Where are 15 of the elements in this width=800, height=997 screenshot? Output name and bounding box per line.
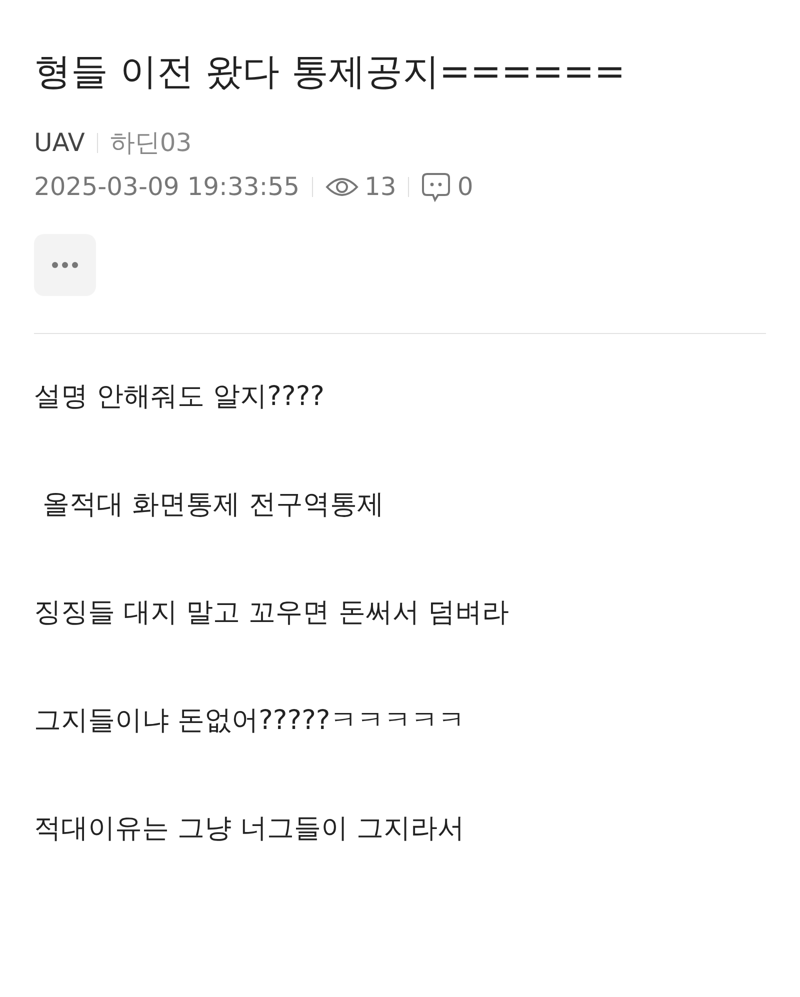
- post-date: 2025-03-09 19:33:55: [34, 171, 300, 203]
- post-paragraph: 그지들이냐 돈없어?????ㅋㅋㅋㅋㅋ: [34, 704, 466, 738]
- more-button[interactable]: [34, 234, 96, 296]
- post-title: 형들 이전 왔다 통제공지======: [34, 49, 626, 95]
- author-name[interactable]: UAV: [34, 126, 85, 160]
- post-paragraph: 설명 안해줘도 알지????: [34, 380, 326, 414]
- comment-icon: [421, 172, 452, 202]
- eye-icon: [324, 175, 359, 199]
- post-paragraph: 적대이유는 그냥 너그들이 그지라서: [34, 812, 466, 846]
- more-icon: [51, 261, 79, 269]
- author-nickname: 하딘03: [110, 127, 192, 159]
- view-count: 13: [364, 171, 396, 203]
- comment-count: 0: [457, 171, 474, 203]
- post-paragraph: 올적대 화면통제 전구역통제: [42, 488, 385, 522]
- post-paragraph: 징징들 대지 말고 꼬우면 돈써서 덤벼라: [34, 596, 510, 630]
